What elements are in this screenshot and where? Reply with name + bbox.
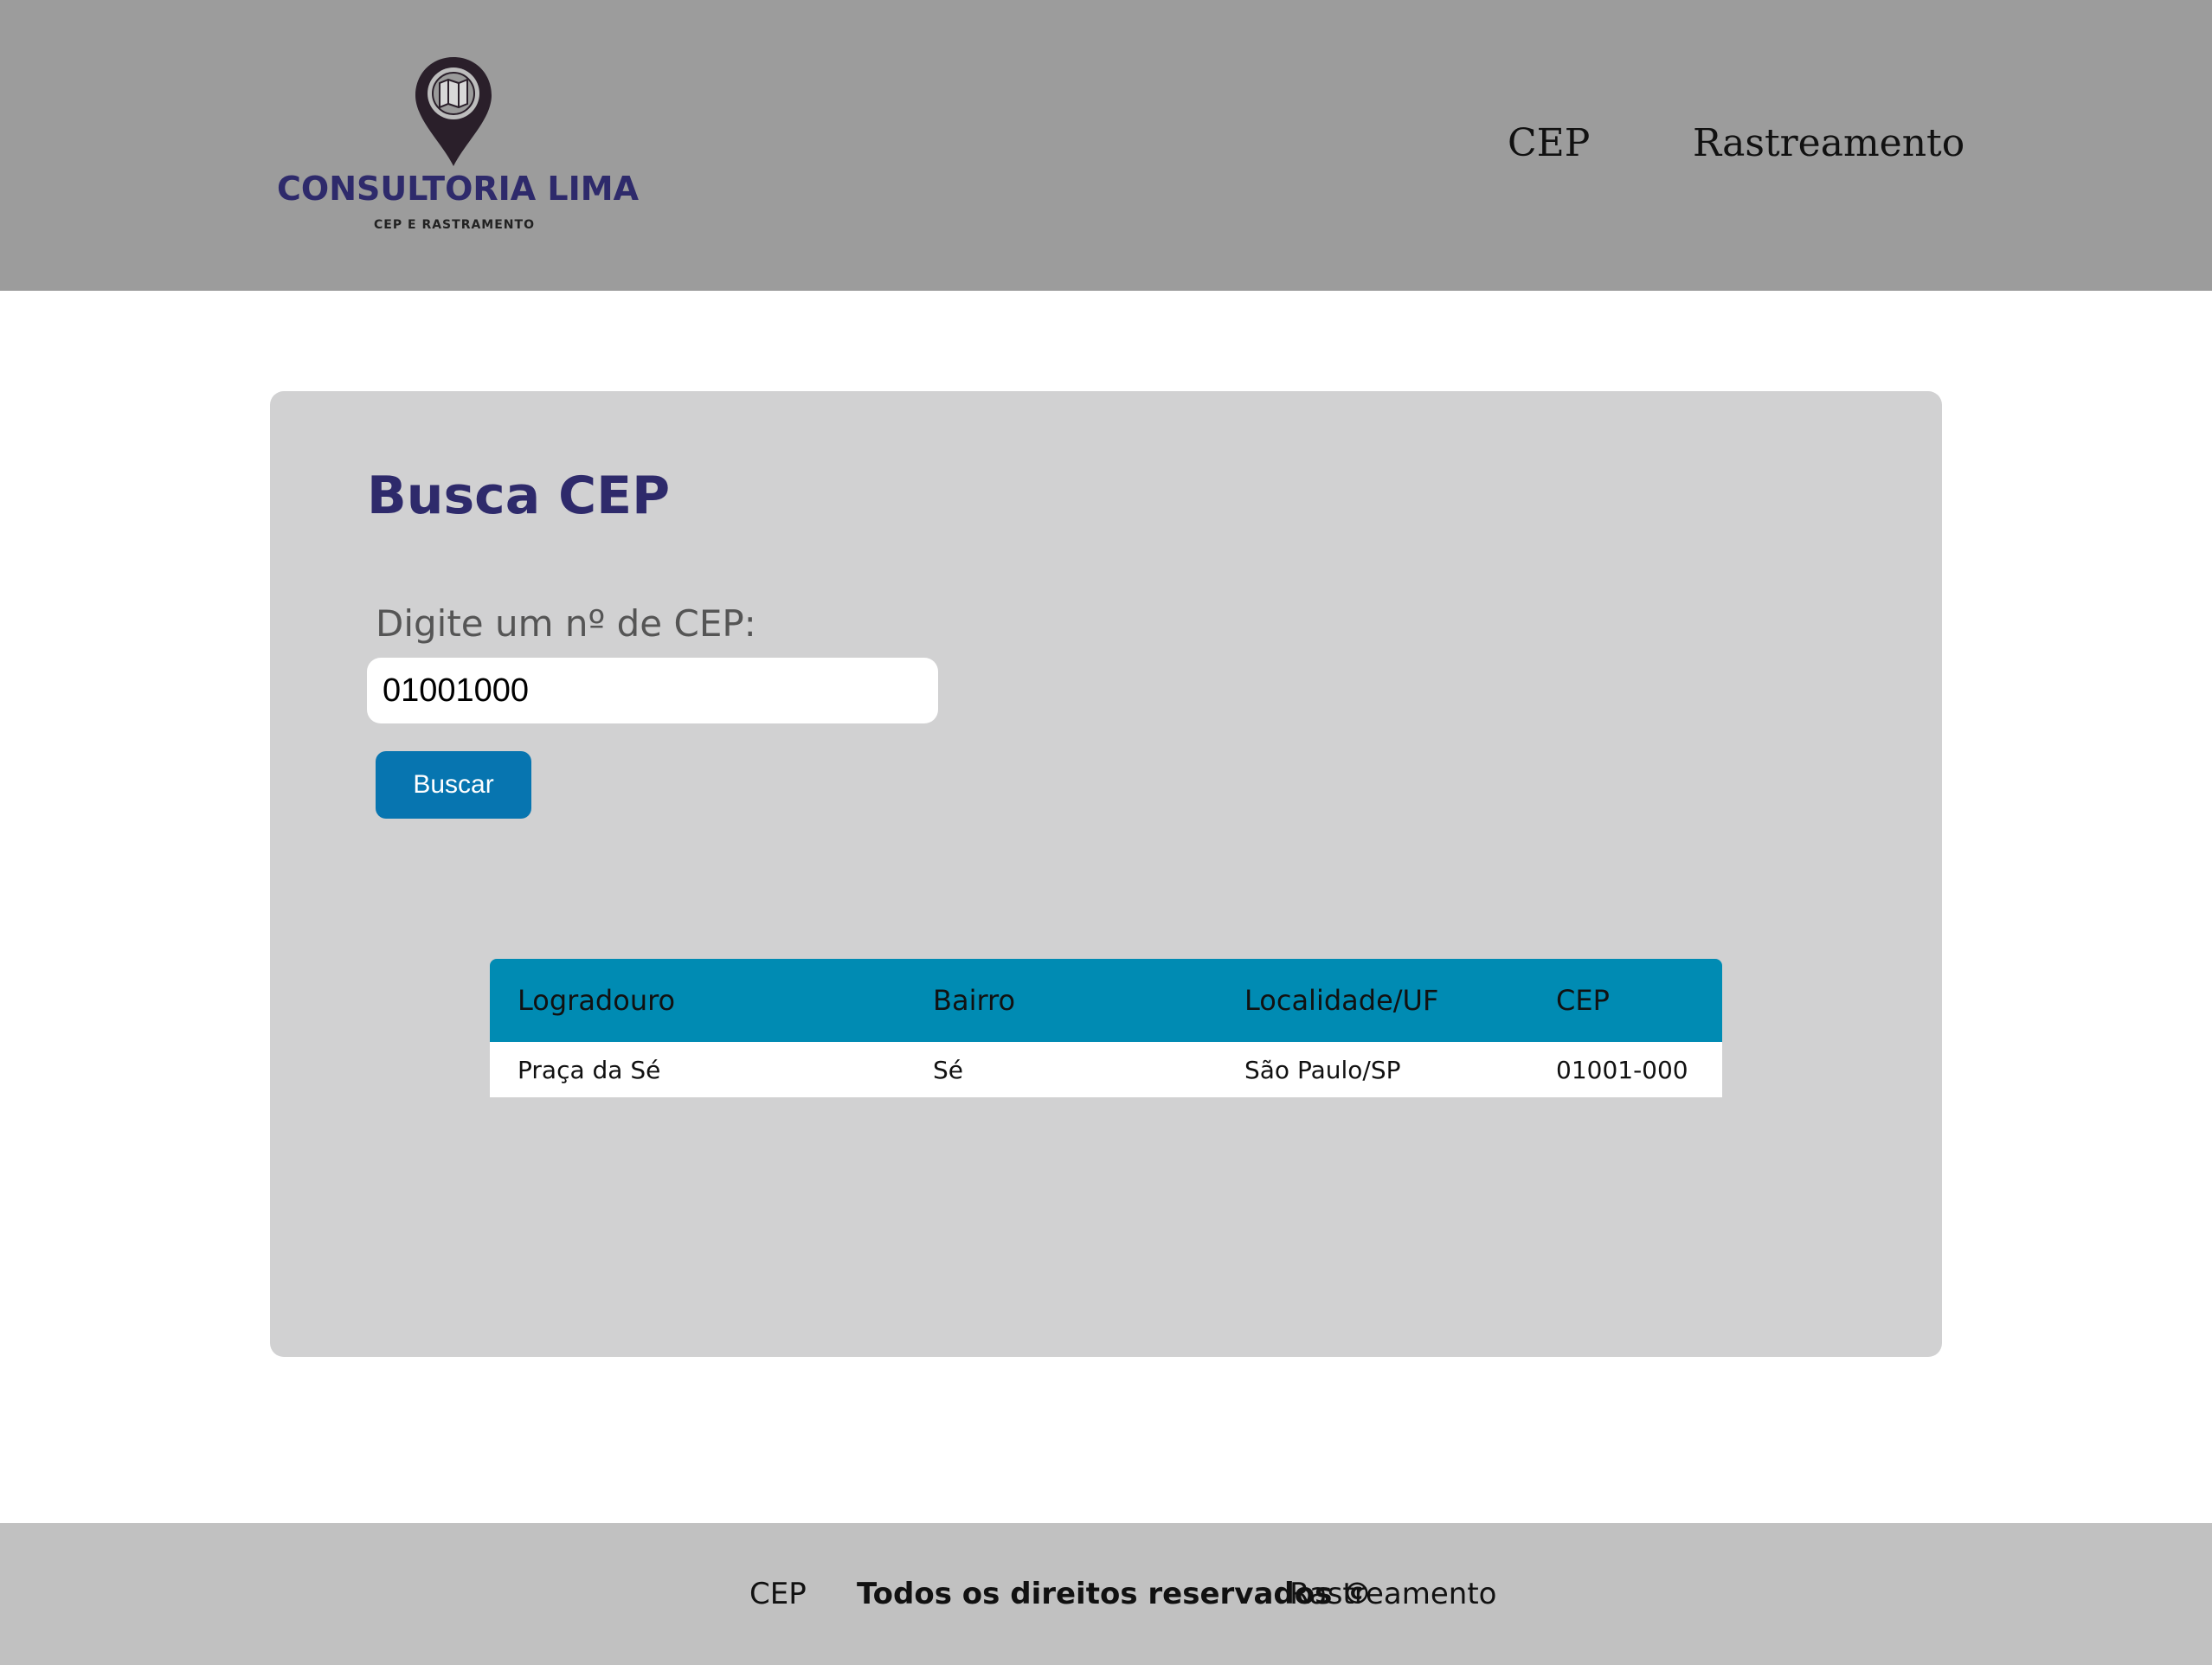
cell-logradouro: Praça da Sé [490, 1042, 905, 1097]
table-row: Praça da Sé Sé São Paulo/SP 01001-000 [490, 1042, 1722, 1097]
page-title: Busca CEP [367, 466, 671, 526]
search-card: Busca CEP Digite um nº de CEP: Buscar Lo… [270, 391, 1942, 1357]
column-header-logradouro: Logradouro [518, 984, 676, 1017]
nav-rastreamento-link[interactable]: Rastreamento [1693, 121, 1964, 165]
search-button[interactable]: Buscar [376, 751, 531, 819]
logo-subtitle: CEP E RASTRAMENTO [374, 218, 535, 232]
cep-field-label: Digite um nº de CEP: [376, 602, 756, 645]
logo[interactable]: CONSULTORIA LIMA CEP E RASTRAMENTO [277, 52, 640, 242]
cell-bairro: Sé [905, 1042, 1217, 1097]
column-header-localidade: Localidade/UF [1244, 984, 1439, 1017]
cell-cep: 01001-000 [1528, 1042, 1722, 1097]
column-header-bairro: Bairro [933, 984, 1016, 1017]
site-header: CONSULTORIA LIMA CEP E RASTRAMENTO CEP R… [0, 0, 2212, 291]
footer-rastreamento-link[interactable]: Rastreamento [1289, 1577, 1496, 1611]
cep-input[interactable] [367, 658, 938, 723]
map-pin-icon [415, 57, 492, 166]
site-footer: CEP Todos os direitos reservados © Rastr… [0, 1523, 2212, 1665]
result-table: Logradouro Bairro Localidade/UF CEP Praç… [490, 959, 1722, 1097]
cell-localidade: São Paulo/SP [1217, 1042, 1528, 1097]
footer-cep-link[interactable]: CEP [749, 1577, 807, 1611]
column-header-cep: CEP [1556, 984, 1610, 1017]
table-header-row: Logradouro Bairro Localidade/UF CEP [490, 959, 1722, 1042]
logo-title: CONSULTORIA LIMA [277, 170, 639, 208]
nav-cep-link[interactable]: CEP [1508, 121, 1590, 165]
